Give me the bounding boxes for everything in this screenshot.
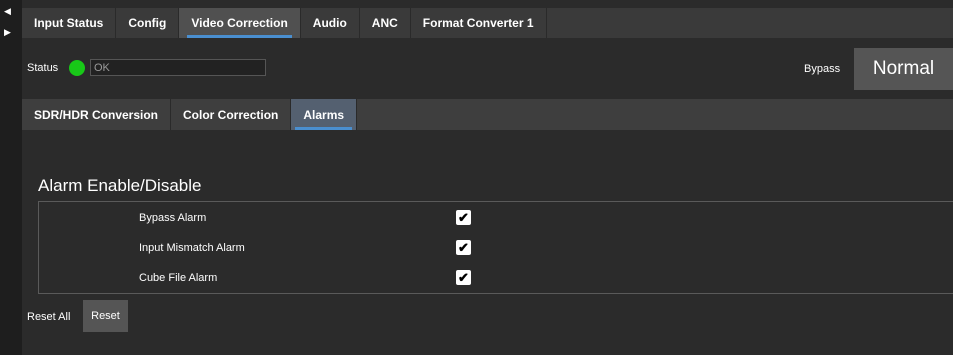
alarm-row: Bypass Alarm ✔ [39,207,953,231]
arrow-left-icon[interactable]: ◀ [4,7,11,16]
nav-arrows: ◀ ▶ [0,0,22,355]
alarm-label: Input Mismatch Alarm [139,242,245,254]
top-tab-bar: Input Status Config Video Correction Aud… [22,8,953,38]
bypass-normal-button[interactable]: Normal [854,48,953,90]
tab-color-correction[interactable]: Color Correction [171,99,292,130]
tab-config[interactable]: Config [116,8,180,38]
alarm-list: Bypass Alarm ✔ Input Mismatch Alarm ✔ Cu… [38,201,953,294]
arrow-right-icon[interactable]: ▶ [4,28,11,37]
status-label: Status [27,62,59,74]
main-panel: Input Status Config Video Correction Aud… [22,0,953,355]
bypass-alarm-checkbox[interactable]: ✔ [456,210,471,225]
tab-video-correction[interactable]: Video Correction [179,8,301,38]
tab-input-status[interactable]: Input Status [22,8,117,38]
cube-file-alarm-checkbox[interactable]: ✔ [456,270,471,285]
status-field: OK [90,59,266,76]
sub-tab-bar: SDR/HDR Conversion Color Correction Alar… [22,99,953,130]
reset-all-label: Reset All [27,311,71,323]
status-led-icon [69,60,85,76]
tab-anc[interactable]: ANC [360,8,411,38]
tab-alarms[interactable]: Alarms [291,99,358,130]
alarm-label: Cube File Alarm [139,272,218,284]
alarm-row: Input Mismatch Alarm ✔ [39,237,953,261]
tab-sdr-hdr-conversion[interactable]: SDR/HDR Conversion [22,99,172,130]
bypass-label: Bypass [804,63,841,75]
tab-audio[interactable]: Audio [301,8,360,38]
input-mismatch-alarm-checkbox[interactable]: ✔ [456,240,471,255]
alarm-row: Cube File Alarm ✔ [39,267,953,291]
section-title: Alarm Enable/Disable [38,176,202,195]
alarm-label: Bypass Alarm [139,212,207,224]
tab-format-converter-1[interactable]: Format Converter 1 [411,8,547,38]
reset-button[interactable]: Reset [83,300,128,332]
